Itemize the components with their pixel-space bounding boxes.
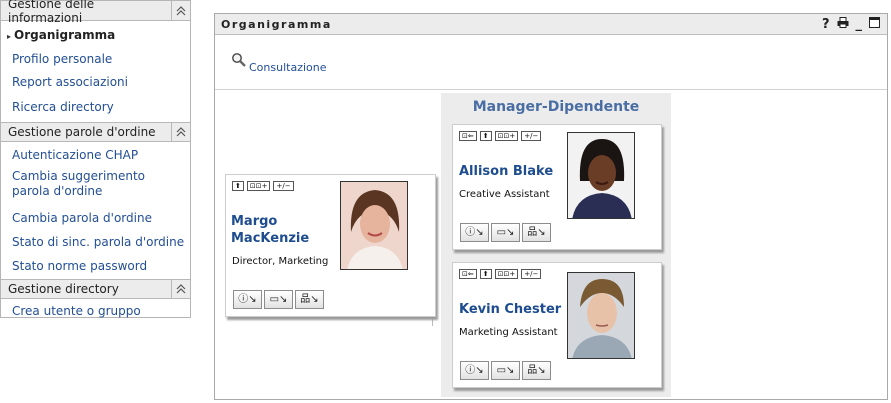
sidebar-item-policy-status[interactable]: Stato norme password — [1, 255, 190, 279]
hierarchy-icon[interactable]: 品↘ — [295, 290, 324, 309]
info-icon[interactable]: ⓘ↘ — [460, 361, 489, 380]
section-header-directory[interactable]: Gestione directory — [1, 279, 190, 299]
person-role: Creative Assistant — [459, 189, 550, 200]
person-photo — [567, 272, 635, 359]
person-photo — [567, 132, 635, 219]
toolbar: Consultazione — [215, 35, 887, 90]
expand-tree-button[interactable]: ⊡⊡+ — [246, 181, 271, 191]
collapse-icon[interactable] — [171, 279, 190, 299]
up-level-button[interactable]: ⬆ — [479, 269, 492, 279]
person-name[interactable]: Margo MacKenzie — [231, 213, 309, 247]
person-name[interactable]: Allison Blake — [459, 163, 553, 180]
help-icon[interactable]: ? — [822, 17, 830, 32]
person-photo — [340, 181, 408, 270]
back-button[interactable]: ⊡⇐ — [459, 269, 477, 279]
panel-header: Organigramma ? _ — [215, 14, 887, 35]
person-card-root: ⬆ ⊡⊡+ +/− Margo MacKenzie Director, Mark… — [225, 174, 436, 317]
sidebar-item-create-user[interactable]: Crea utente o gruppo — [1, 299, 190, 321]
browse-button[interactable]: Consultazione — [231, 52, 327, 74]
section-title: Gestione delle informazioni — [8, 0, 95, 25]
hierarchy-icon[interactable]: 品↘ — [522, 223, 551, 242]
section-title: Gestione directory — [8, 282, 119, 296]
sidebar-item-search[interactable]: Ricerca directory — [1, 95, 190, 119]
section-header-info[interactable]: Gestione delle informazioni — [1, 0, 190, 25]
section-header-password[interactable]: Gestione parole d'ordine — [1, 122, 190, 142]
bullet-icon: ▸ — [7, 32, 12, 41]
page-title: Organigramma — [221, 17, 332, 31]
person-card-report: ⊡⇐ ⬆ ⊡⊡+ +/− Allison Blake Creative Assi… — [452, 124, 662, 250]
back-button[interactable]: ⊡⇐ — [459, 131, 477, 141]
sidebar-item-change-password[interactable]: Cambia parola d'ordine — [1, 207, 190, 231]
expand-tree-button[interactable]: ⊡⊡+ — [494, 131, 519, 141]
email-icon[interactable]: ▭↘ — [491, 223, 520, 242]
person-role: Director, Marketing — [232, 256, 329, 267]
email-icon[interactable]: ▭↘ — [491, 361, 520, 380]
browse-label: Consultazione — [249, 61, 327, 74]
up-level-button[interactable]: ⬆ — [479, 131, 492, 141]
sidebar-item-change-hint[interactable]: Cambia suggerimento parola d'ordine — [1, 168, 190, 207]
hierarchy-icon[interactable]: 品↘ — [522, 361, 551, 380]
info-icon[interactable]: ⓘ↘ — [460, 223, 489, 242]
person-name[interactable]: Kevin Chester — [459, 301, 561, 318]
toggle-button[interactable]: +/− — [521, 269, 542, 279]
email-icon[interactable]: ▭↘ — [264, 290, 293, 309]
print-icon[interactable] — [837, 16, 849, 32]
toggle-button[interactable]: +/− — [521, 131, 542, 141]
toggle-button[interactable]: +/− — [273, 181, 294, 191]
sidebar-item-chap[interactable]: Autenticazione CHAP — [1, 144, 190, 168]
magnifier-icon — [231, 52, 247, 71]
sidebar-item-sync-status[interactable]: Stato di sinc. parola d'ordine — [1, 231, 190, 255]
up-level-button[interactable]: ⬆ — [232, 181, 244, 191]
sidebar-item-organigramma[interactable]: ▸ Organigramma — [1, 24, 190, 47]
sidebar-item-report[interactable]: Report associazioni — [1, 71, 190, 95]
info-icon[interactable]: ⓘ↘ — [233, 290, 262, 309]
person-role: Marketing Assistant — [459, 327, 558, 338]
sidebar-item-profile[interactable]: Profilo personale — [1, 47, 190, 71]
expand-tree-button[interactable]: ⊡⊡+ — [494, 269, 519, 279]
manager-employee-title: Manager-Dipendente — [472, 99, 640, 115]
section-title: Gestione parole d'ordine — [8, 125, 156, 139]
sidebar: Gestione delle informazioni ▸ Organigramm… — [0, 0, 191, 318]
collapse-icon[interactable] — [171, 1, 190, 20]
minimize-icon[interactable]: _ — [856, 17, 863, 32]
maximize-icon[interactable] — [869, 16, 880, 32]
collapse-icon[interactable] — [171, 122, 190, 142]
person-card-report: ⊡⇐ ⬆ ⊡⊡+ +/− Kevin Chester Marketing Ass… — [452, 262, 662, 388]
